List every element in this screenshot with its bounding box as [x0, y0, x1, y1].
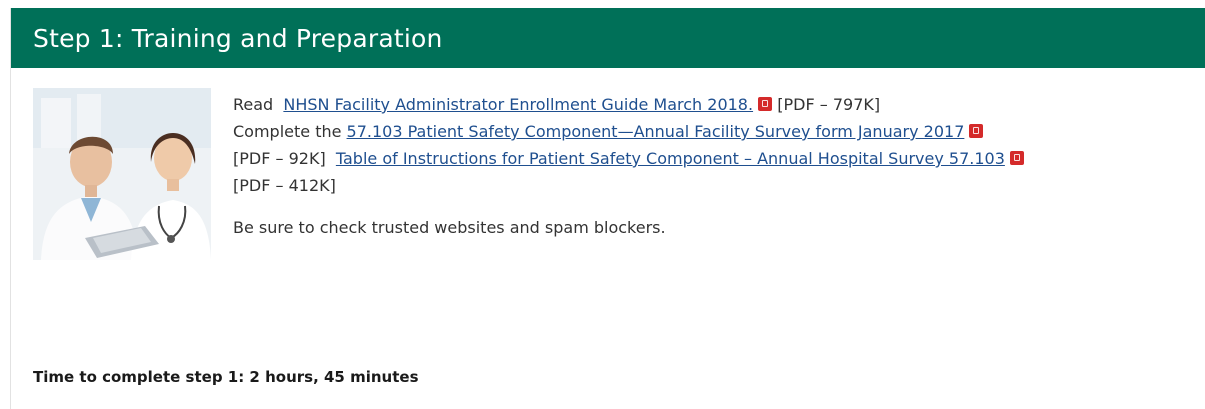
- instructions-text: Read NHSN Facility Administrator Enrollm…: [233, 91, 1193, 241]
- doctors-photo: [33, 88, 211, 260]
- read-prefix: Read: [233, 95, 274, 114]
- step-body: Read NHSN Facility Administrator Enrollm…: [11, 68, 1205, 409]
- step-panel: Step 1: Training and Preparation Read NH…: [10, 8, 1205, 409]
- instructions-paragraph: Read NHSN Facility Administrator Enrollm…: [233, 91, 1193, 199]
- facility-survey-form-link[interactable]: 57.103 Patient Safety Component—Annual F…: [347, 122, 965, 141]
- spam-blocker-note: Be sure to check trusted websites and sp…: [233, 218, 666, 237]
- time-to-complete: Time to complete step 1: 2 hours, 45 min…: [33, 368, 419, 386]
- pdf-icon: [1009, 151, 1024, 165]
- step-title: Step 1: Training and Preparation: [33, 23, 443, 53]
- table-of-instructions-link[interactable]: Table of Instructions for Patient Safety…: [336, 149, 1005, 168]
- guide-file-size: [PDF – 797K]: [777, 95, 881, 114]
- survey-file-size: [PDF – 92K]: [233, 149, 326, 168]
- step-header: Step 1: Training and Preparation: [11, 8, 1205, 68]
- pdf-icon: [969, 124, 984, 138]
- enrollment-guide-link[interactable]: NHSN Facility Administrator Enrollment G…: [283, 95, 753, 114]
- pdf-icon: [758, 97, 773, 111]
- table-file-size: [PDF – 412K]: [233, 176, 336, 195]
- complete-prefix: Complete the: [233, 122, 342, 141]
